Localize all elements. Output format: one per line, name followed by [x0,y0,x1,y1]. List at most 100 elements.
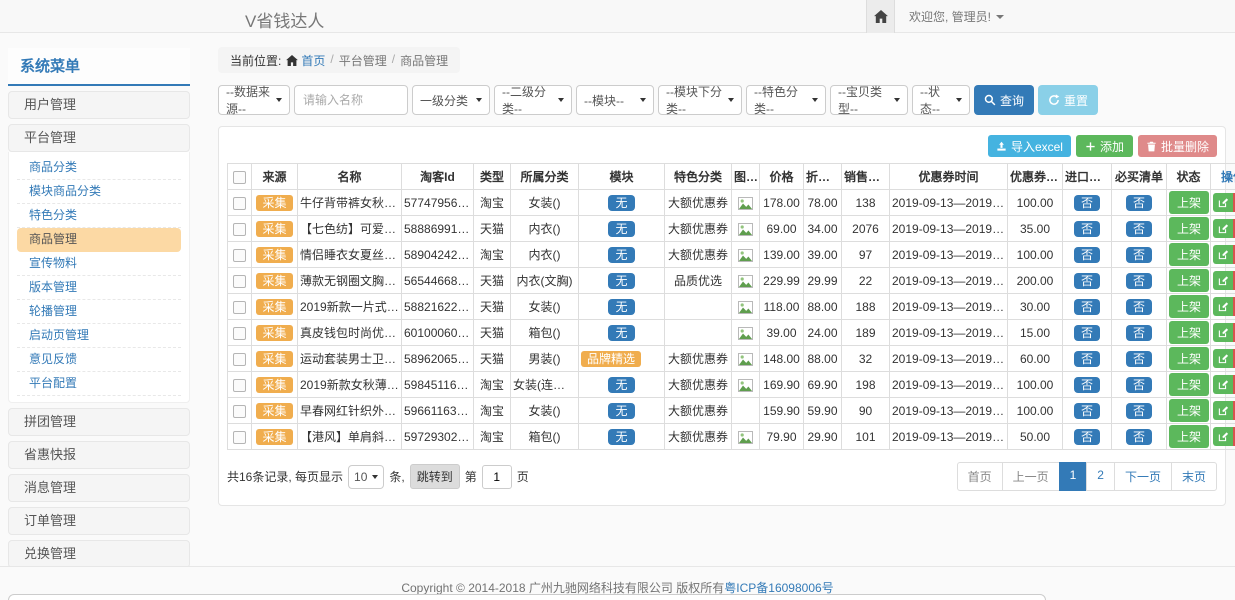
reset-button[interactable]: 重置 [1038,85,1098,115]
filter-select-0[interactable]: --数据来源-- [218,85,290,115]
must-buy-badge[interactable]: 否 [1126,351,1152,367]
edit-button[interactable] [1213,375,1233,394]
select-all-checkbox[interactable] [233,171,246,184]
status-button[interactable]: 上架 [1169,373,1209,396]
sidebar-subitem-2[interactable]: 特色分类 [17,204,181,228]
row-checkbox[interactable] [233,223,246,236]
sidebar-item-1[interactable]: 平台管理 [8,124,190,152]
sidebar-item-4[interactable]: 消息管理 [8,474,190,502]
breadcrumb-home-link[interactable]: 首页 [286,52,325,69]
search-button[interactable]: 查询 [974,85,1034,115]
sidebar-item-3[interactable]: 省惠快报 [8,441,190,469]
row-checkbox[interactable] [233,405,246,418]
filter-select-5[interactable]: --特色分类-- [746,85,826,115]
must-buy-badge[interactable]: 否 [1126,325,1152,341]
import-excel-button[interactable]: 导入excel [988,135,1071,157]
edit-button[interactable] [1213,323,1233,342]
import-select-badge[interactable]: 否 [1074,247,1100,263]
page-link-4[interactable]: 下一页 [1114,462,1172,491]
page-link-5[interactable]: 末页 [1171,462,1217,491]
page-link-1[interactable]: 上一页 [1002,462,1060,491]
per-page-select[interactable]: 10 [348,465,384,489]
user-menu[interactable]: 欢迎您, 管理员! [909,8,1004,25]
page-link-0[interactable]: 首页 [957,462,1003,491]
filter-select-4[interactable]: --模块下分类-- [658,85,742,115]
sidebar-subitem-4[interactable]: 宣传物料 [17,252,181,276]
must-buy-badge[interactable]: 否 [1126,247,1152,263]
edit-icon [1218,379,1229,390]
edit-button[interactable] [1213,245,1233,264]
sidebar-item-0[interactable]: 用户管理 [8,91,190,119]
import-select-badge[interactable]: 否 [1074,221,1100,237]
status-button[interactable]: 上架 [1169,269,1209,292]
sidebar-item-5[interactable]: 订单管理 [8,507,190,535]
page-link-2[interactable]: 1 [1059,462,1088,491]
status-button[interactable]: 上架 [1169,399,1209,422]
row-checkbox[interactable] [233,431,246,444]
row-checkbox[interactable] [233,327,246,340]
import-select-badge[interactable]: 否 [1074,195,1100,211]
sidebar-item-6[interactable]: 兑换管理 [8,540,190,568]
status-button[interactable]: 上架 [1169,217,1209,240]
row-checkbox[interactable] [233,379,246,392]
page-link-3[interactable]: 2 [1086,462,1115,491]
sidebar-subitem-1[interactable]: 模块商品分类 [17,180,181,204]
must-buy-badge[interactable]: 否 [1126,429,1152,445]
sidebar-subitem-3[interactable]: 商品管理 [17,228,181,252]
horizontal-scrollbar[interactable] [8,594,1046,600]
jump-to-button[interactable]: 跳转到 [410,464,460,489]
status-button[interactable]: 上架 [1169,425,1209,448]
sidebar-subitem-5[interactable]: 版本管理 [17,276,181,300]
sidebar-subitem-7[interactable]: 启动页管理 [17,324,181,348]
status-button[interactable]: 上架 [1169,347,1209,370]
must-buy-badge[interactable]: 否 [1126,299,1152,315]
home-button[interactable] [866,0,895,33]
batch-delete-button[interactable]: 批量删除 [1138,135,1217,157]
must-buy-badge[interactable]: 否 [1126,377,1152,393]
edit-button[interactable] [1213,271,1233,290]
filter-select-3[interactable]: --模块-- [576,85,654,115]
sidebar-subitem-8[interactable]: 意见反馈 [17,348,181,372]
sidebar-subitem-9[interactable]: 平台配置 [17,372,181,396]
sidebar-item-2[interactable]: 拼团管理 [8,408,190,436]
column-header-8: 价格 [760,164,804,190]
status-button[interactable]: 上架 [1169,295,1209,318]
import-select-badge[interactable]: 否 [1074,351,1100,367]
add-button[interactable]: 添加 [1076,135,1133,157]
name-search-input[interactable] [294,85,408,115]
import-select-badge[interactable]: 否 [1074,403,1100,419]
edit-button[interactable] [1213,427,1233,446]
import-select-badge[interactable]: 否 [1074,325,1100,341]
status-button[interactable]: 上架 [1169,243,1209,266]
edit-button[interactable] [1213,219,1233,238]
status-button[interactable]: 上架 [1169,191,1209,214]
filter-select-7[interactable]: --状态-- [912,85,970,115]
icp-link[interactable]: 粤ICP备16098006号 [724,581,833,595]
filter-select-6[interactable]: --宝贝类型-- [830,85,908,115]
must-buy-badge[interactable]: 否 [1126,273,1152,289]
row-checkbox[interactable] [233,353,246,366]
filter-select-2[interactable]: --二级分类-- [494,85,572,115]
row-checkbox[interactable] [233,301,246,314]
import-select-badge[interactable]: 否 [1074,299,1100,315]
edit-button[interactable] [1213,297,1233,316]
edit-button[interactable] [1213,401,1233,420]
sidebar-subitem-6[interactable]: 轮播管理 [17,300,181,324]
import-select-badge[interactable]: 否 [1074,377,1100,393]
import-select-badge[interactable]: 否 [1074,429,1100,445]
trash-icon [1146,141,1157,152]
import-select-badge[interactable]: 否 [1074,273,1100,289]
status-button[interactable]: 上架 [1169,321,1209,344]
row-checkbox[interactable] [233,275,246,288]
must-buy-badge[interactable]: 否 [1126,221,1152,237]
row-checkbox[interactable] [233,249,246,262]
edit-button[interactable] [1213,193,1233,212]
must-buy-badge[interactable]: 否 [1126,403,1152,419]
page-number-input[interactable] [482,465,512,489]
edit-button[interactable] [1213,349,1233,368]
must-buy-badge[interactable]: 否 [1126,195,1152,211]
filter-select-1[interactable]: 一级分类 [412,85,490,115]
sidebar-subitem-0[interactable]: 商品分类 [17,156,181,180]
coupon-amount: 50.00 [1008,424,1063,450]
row-checkbox[interactable] [233,197,246,210]
